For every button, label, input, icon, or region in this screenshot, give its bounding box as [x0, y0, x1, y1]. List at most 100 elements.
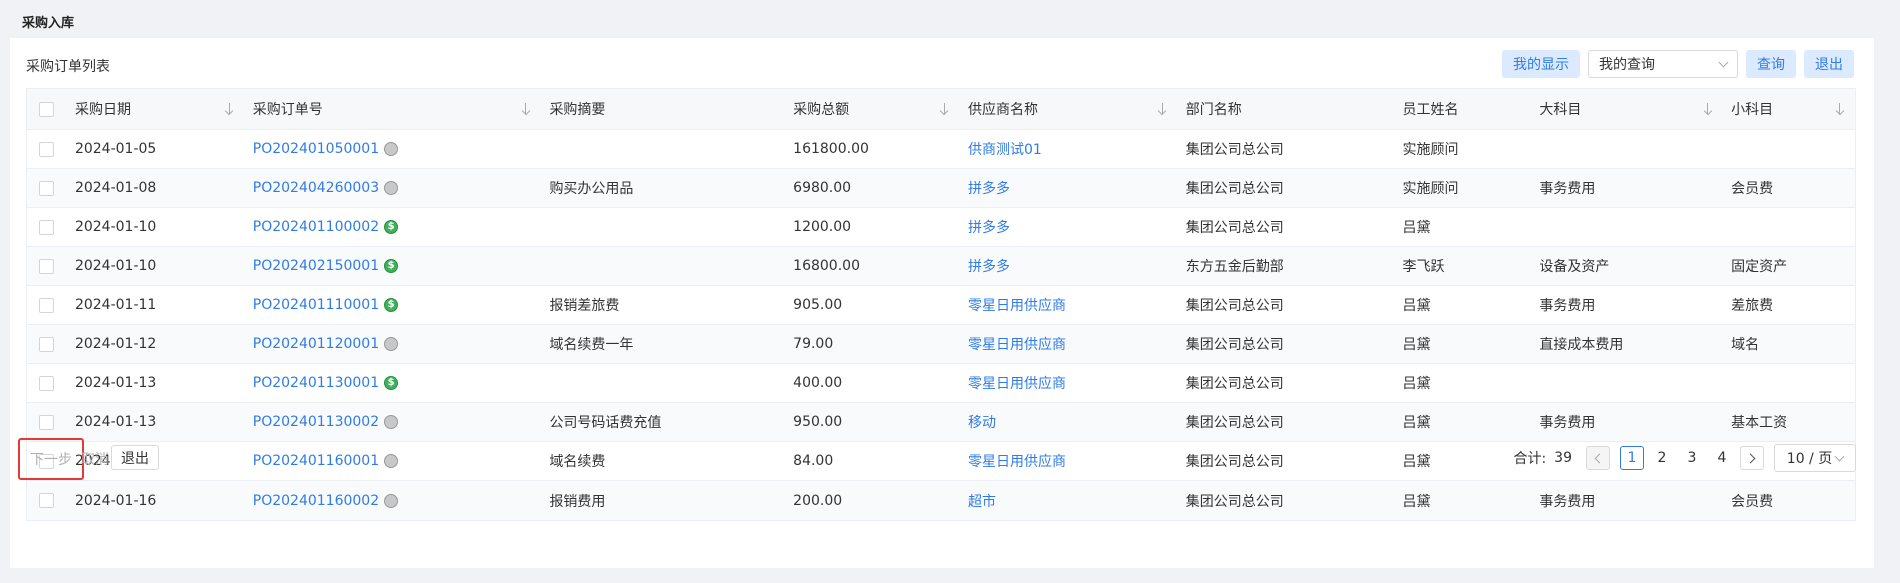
exit-button[interactable]: 退出 [1804, 50, 1854, 78]
order-link[interactable]: PO202401100002 [253, 219, 379, 235]
pending-status-icon [384, 142, 399, 156]
cell-dept: 集团公司总公司 [1185, 298, 1284, 314]
header-amount[interactable]: 采购总额 [785, 89, 960, 129]
order-link[interactable]: PO202401050001 [253, 141, 379, 157]
prev-page-button[interactable] [1586, 446, 1610, 470]
cell-summary [541, 364, 785, 402]
table-row[interactable]: 2024-01-08 PO202404260003 购买办公用品 6980.00 拼多多… [27, 169, 1855, 208]
cell-supplier: 零星日用供应商 [960, 286, 1178, 324]
row-checkbox-cell [27, 208, 67, 246]
my-query-select[interactable]: 我的查询 [1588, 50, 1738, 78]
order-link[interactable]: PO202404260003 [253, 180, 379, 196]
row-checkbox[interactable] [39, 375, 55, 391]
cell-major-subject [1531, 208, 1723, 246]
cell-minor-subject [1723, 364, 1855, 402]
my-query-value: 我的查询 [1599, 57, 1655, 73]
page-1[interactable]: 1 [1620, 446, 1644, 470]
supplier-link[interactable]: 零星日用供应商 [968, 334, 1066, 354]
header-date[interactable]: 采购日期 [67, 89, 245, 129]
table-row[interactable]: 2024-01-05 PO202401050001 161800.00 供商测试01 集… [27, 130, 1855, 169]
supplier-link[interactable]: 拼多多 [968, 217, 1010, 237]
select-all-checkbox[interactable] [39, 101, 55, 117]
cell-summary [541, 130, 785, 168]
header-supplier[interactable]: 供应商名称 [960, 89, 1178, 129]
supplier-link[interactable]: 供商测试01 [968, 139, 1042, 159]
row-checkbox[interactable] [39, 258, 55, 274]
supplier-link[interactable]: 零星日用供应商 [968, 373, 1066, 393]
cell-amount: 400.00 [793, 375, 843, 391]
cell-staff: 李飞跃 [1402, 259, 1445, 275]
order-link[interactable]: PO202401120001 [253, 336, 379, 352]
cell-major-subject: 直接成本费用 [1539, 337, 1624, 353]
table-header-row: 采购日期 采购订单号 采购摘要 采购总额 供应商名称 部门名称 员工姓名 大科目… [27, 89, 1855, 130]
cell-staff: 吕黛 [1402, 337, 1431, 353]
total-label: 合计: [1513, 451, 1547, 467]
pagination: 合计: 39 1 2 3 4 10 / 页 [1513, 444, 1856, 472]
chevron-down-icon [1834, 451, 1845, 461]
page-4[interactable]: 4 [1710, 446, 1734, 470]
row-checkbox-cell [27, 130, 67, 168]
row-checkbox-cell [27, 247, 67, 285]
sort-arrow-icon[interactable] [1158, 103, 1168, 115]
sort-arrow-icon[interactable] [225, 103, 235, 115]
cell-major-subject: 设备及资产 [1539, 259, 1610, 275]
table-row[interactable]: 2024-01-10 PO202402150001 $16800.00 拼多多 东方五金… [27, 247, 1855, 286]
paid-dollar-icon: $ [384, 259, 399, 273]
cancel-button[interactable]: 取消 [81, 449, 109, 469]
header-dept: 部门名称 [1185, 102, 1242, 118]
cell-minor-subject [1723, 208, 1855, 246]
cell-date: 2024-01-05 [74, 141, 157, 157]
order-link[interactable]: PO202401110001 [253, 297, 379, 313]
table-row[interactable]: 2024-01-13 PO202401130002 公司号码话费充值 950.00 移动… [27, 403, 1855, 442]
order-link[interactable]: PO202401130002 [253, 414, 379, 430]
header-order-no[interactable]: 采购订单号 [245, 89, 542, 129]
sort-arrow-icon[interactable] [940, 103, 950, 115]
page-2[interactable]: 2 [1650, 446, 1674, 470]
cell-minor-subject: 固定资产 [1731, 259, 1788, 275]
cell-amount: 16800.00 [793, 258, 860, 274]
cell-dept: 集团公司总公司 [1185, 376, 1284, 392]
table-row[interactable]: 2024-01-12 PO202401120001 域名续费一年 79.00 零星日用供… [27, 325, 1855, 364]
supplier-link[interactable]: 移动 [968, 412, 996, 432]
cell-major-subject: 事务费用 [1539, 181, 1596, 197]
next-page-button[interactable] [1740, 446, 1764, 470]
row-checkbox[interactable] [39, 414, 55, 430]
supplier-link[interactable]: 拼多多 [968, 256, 1010, 276]
pending-status-icon [384, 337, 399, 351]
header-summary: 采购摘要 [549, 102, 606, 118]
row-checkbox[interactable] [39, 219, 55, 235]
page-size-select[interactable]: 10 / 页 [1774, 444, 1856, 472]
row-checkbox[interactable] [39, 180, 55, 196]
cell-dept: 集团公司总公司 [1185, 181, 1284, 197]
table-row[interactable]: 2024-01-11 PO202401110001 $ 报销差旅费 905.00 零星日用… [27, 286, 1855, 325]
table-row[interactable]: 2024-01-10 PO202401100002 $1200.00 拼多多 集团公司总… [27, 208, 1855, 247]
next-step-button[interactable]: 下一步 [30, 449, 72, 469]
supplier-link[interactable]: 零星日用供应商 [968, 295, 1066, 315]
row-checkbox[interactable] [39, 336, 55, 352]
next-step-highlight: 下一步 [18, 438, 84, 480]
header-checkbox-cell [27, 89, 67, 129]
sort-arrow-icon[interactable] [1703, 103, 1713, 115]
query-button[interactable]: 查询 [1746, 50, 1796, 78]
page-3[interactable]: 3 [1680, 446, 1704, 470]
order-link[interactable]: PO202402150001 [253, 258, 379, 274]
row-checkbox[interactable] [39, 297, 55, 313]
chevron-right-icon [1745, 453, 1756, 463]
cell-amount: 950.00 [793, 414, 843, 430]
footer-exit-button[interactable]: 退出 [111, 445, 159, 470]
header-major-subject[interactable]: 大科目 [1531, 89, 1723, 129]
row-checkbox-cell [27, 403, 67, 441]
header-minor-subject[interactable]: 小科目 [1723, 89, 1855, 129]
table-row[interactable]: 2024-01-13 PO202401130001 $400.00 零星日用供应商 集团… [27, 364, 1855, 403]
cell-minor-subject: 域名 [1731, 337, 1760, 353]
order-link[interactable]: PO202401130001 [253, 375, 379, 391]
row-checkbox[interactable] [39, 141, 55, 157]
paid-dollar-icon: $ [384, 376, 399, 390]
sort-arrow-icon[interactable] [521, 103, 531, 115]
sort-arrow-icon[interactable] [1835, 103, 1845, 115]
cell-order-no: PO202401130001 $ [245, 364, 542, 402]
cell-order-no: PO202401130002 [245, 403, 542, 441]
supplier-link[interactable]: 拼多多 [968, 178, 1010, 198]
header-staff: 员工姓名 [1402, 102, 1459, 118]
my-display-button[interactable]: 我的显示 [1502, 50, 1580, 78]
